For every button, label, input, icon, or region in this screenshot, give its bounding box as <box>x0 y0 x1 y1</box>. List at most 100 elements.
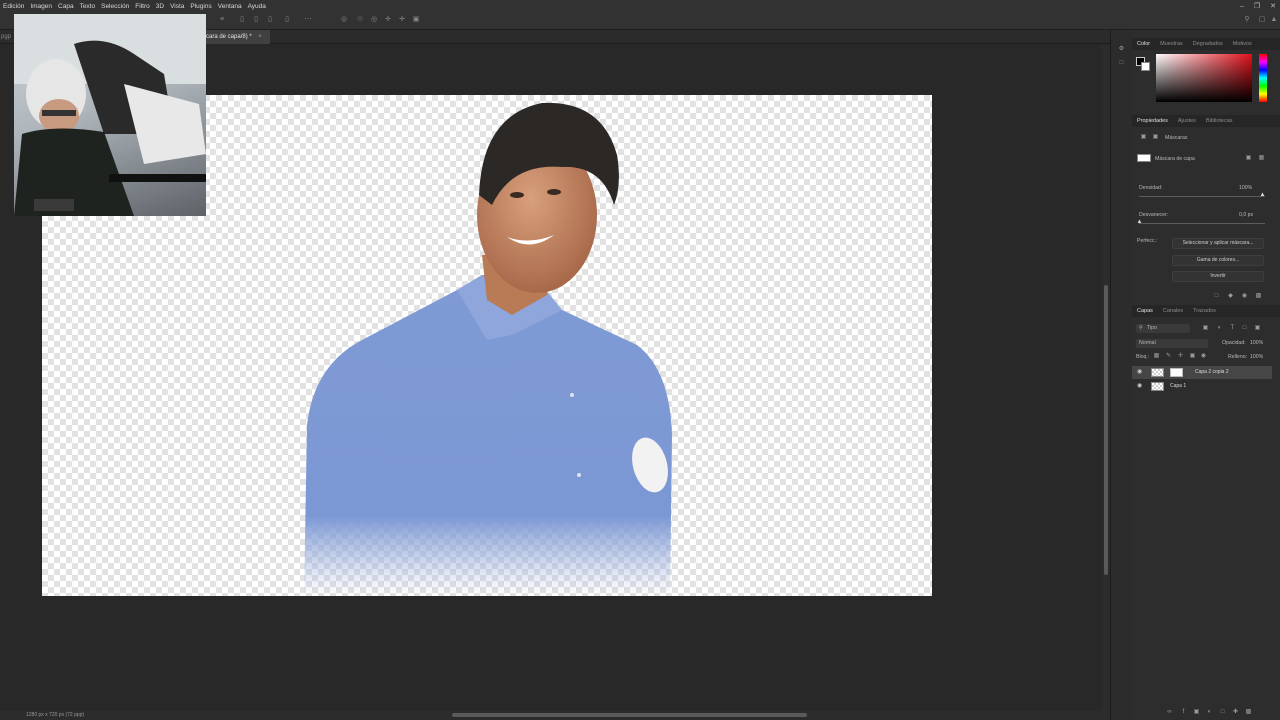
close-icon[interactable]: ✕ <box>1270 2 1276 10</box>
layer-mask-thumbnail[interactable] <box>1137 154 1151 162</box>
scale-3d-icon[interactable]: ▣ <box>412 16 420 24</box>
document-tab-active[interactable]: cara de capa/8) * × <box>200 30 270 44</box>
color-field[interactable] <box>1156 54 1252 102</box>
link-layers-icon[interactable]: ∞ <box>1166 709 1173 716</box>
density-slider-handle[interactable]: ▲ <box>1259 192 1266 199</box>
menu-imagen[interactable]: Imagen <box>27 3 55 10</box>
menu-vista[interactable]: Vista <box>167 3 187 10</box>
slide-3d-icon[interactable]: ✛ <box>398 16 406 24</box>
feather-slider-handle[interactable]: ▲ <box>1136 219 1143 226</box>
vector-mask-icon[interactable]: ▣ <box>1152 134 1159 141</box>
pixel-mask-icon[interactable]: ▣ <box>1140 134 1147 141</box>
hue-slider[interactable] <box>1259 54 1267 102</box>
blend-mode-dropdown[interactable]: Normal <box>1136 339 1208 348</box>
menu-texto[interactable]: Texto <box>77 3 99 10</box>
history-icon[interactable]: ⚙ <box>1118 46 1125 53</box>
menu-filtro[interactable]: Filtro <box>132 3 152 10</box>
filter-type-icon[interactable]: T <box>1229 325 1236 332</box>
right-panels: Color Muestras Degradados Motivos Propie… <box>1132 30 1280 720</box>
tab-layers[interactable]: Capas <box>1132 308 1158 314</box>
blend-mode-value: Normal <box>1139 340 1156 346</box>
tab-channels[interactable]: Canales <box>1158 308 1188 314</box>
align-left-icon[interactable]: ≡ <box>218 16 226 24</box>
new-group-icon[interactable]: □ <box>1219 709 1226 716</box>
load-selection-icon[interactable]: □ <box>1213 293 1220 300</box>
lock-artboard-icon[interactable]: ▣ <box>1189 353 1196 360</box>
menu-plugins[interactable]: Plugins <box>187 3 214 10</box>
apply-mask-icon[interactable]: ◆ <box>1227 293 1234 300</box>
menu-capa[interactable]: Capa <box>55 3 77 10</box>
horizontal-scrollbar[interactable] <box>0 711 1110 720</box>
more-options-icon[interactable]: ⋯ <box>304 16 312 24</box>
menu-ayuda[interactable]: Ayuda <box>245 3 269 10</box>
fx-icon[interactable]: f <box>1180 709 1187 716</box>
menu-seleccion[interactable]: Selección <box>98 3 132 10</box>
rotate-3d-icon[interactable]: ☉ <box>356 16 364 24</box>
horizontal-scroll-thumb[interactable] <box>452 713 807 717</box>
add-vector-mask-icon[interactable]: ▦ <box>1258 155 1265 162</box>
tab-swatches[interactable]: Muestras <box>1155 41 1188 47</box>
drag-3d-icon[interactable]: ✛ <box>384 16 392 24</box>
vertical-scroll-thumb[interactable] <box>1104 285 1108 575</box>
tab-properties[interactable]: Propiedades <box>1132 118 1173 124</box>
density-value[interactable]: 100% <box>1239 185 1252 191</box>
lock-transparent-icon[interactable]: ▦ <box>1153 353 1160 360</box>
tab-gradients[interactable]: Degradados <box>1188 41 1228 47</box>
align-top-icon[interactable]: ▯ <box>238 16 246 24</box>
filter-shape-icon[interactable]: □ <box>1241 325 1248 332</box>
filter-adjustment-icon[interactable]: ◐ <box>1216 325 1223 332</box>
layer-mask-thumbnail-small[interactable] <box>1170 368 1183 377</box>
tab-paths[interactable]: Trazados <box>1188 308 1221 314</box>
close-tab-icon[interactable]: × <box>258 34 262 40</box>
tab-libraries[interactable]: Bibliotecas <box>1201 118 1238 124</box>
disable-mask-icon[interactable]: ◉ <box>1241 293 1248 300</box>
density-slider[interactable] <box>1139 196 1265 197</box>
lock-all-icon[interactable]: ◉ <box>1200 353 1207 360</box>
adjustment-layer-icon[interactable]: ◐ <box>1206 709 1213 716</box>
lock-image-icon[interactable]: ✎ <box>1165 353 1172 360</box>
share-icon[interactable]: ▲ <box>1270 16 1278 24</box>
tab-adjustments[interactable]: Ajustes <box>1173 118 1201 124</box>
add-mask-icon[interactable]: ▣ <box>1193 709 1200 716</box>
color-range-button[interactable]: Gama de colores... <box>1172 255 1264 266</box>
visibility-eye-icon[interactable]: ◉ <box>1137 369 1144 375</box>
fill-value[interactable]: 100% <box>1250 354 1263 360</box>
align-middle-icon[interactable]: ▯ <box>252 16 260 24</box>
delete-mask-icon[interactable]: ▩ <box>1255 293 1262 300</box>
distribute-icon[interactable]: ▯ <box>283 16 291 24</box>
minimize-icon[interactable]: – <box>1240 3 1244 10</box>
background-color-swatch[interactable] <box>1141 62 1150 71</box>
roll-3d-icon[interactable]: ◎ <box>370 16 378 24</box>
vertical-scrollbar[interactable] <box>1102 45 1110 712</box>
search-icon[interactable]: ⚲ <box>1243 16 1251 24</box>
layer-row-capa-1[interactable]: ◉ Capa 1 <box>1132 380 1272 393</box>
select-mask-icon[interactable]: ▣ <box>1245 155 1252 162</box>
3d-mode-icon[interactable]: ◎ <box>340 16 348 24</box>
menu-3d[interactable]: 3D <box>153 3 167 10</box>
filter-smart-object-icon[interactable]: ▣ <box>1254 325 1261 332</box>
layer-row-capa-2-copia-2[interactable]: ◉ Capa 2 copia 2 <box>1132 366 1272 379</box>
workspace-icon[interactable]: ▢ <box>1258 16 1266 24</box>
panel-icon-strip: ⚙ □ <box>1110 30 1132 720</box>
layer-thumbnail <box>1151 368 1164 377</box>
opacity-value[interactable]: 100% <box>1250 340 1263 346</box>
webcam-overlay <box>14 14 206 216</box>
comments-icon[interactable]: □ <box>1118 60 1125 67</box>
menu-ventana[interactable]: Ventana <box>215 3 245 10</box>
select-and-mask-button[interactable]: Seleccionar y aplicar máscara... <box>1172 238 1264 249</box>
lock-position-icon[interactable]: ✛ <box>1177 353 1184 360</box>
menu-edicion[interactable]: Edición <box>0 3 27 10</box>
align-bottom-icon[interactable]: ▯ <box>266 16 274 24</box>
new-layer-icon[interactable]: ✚ <box>1232 709 1239 716</box>
feather-value[interactable]: 0,0 px <box>1239 212 1253 218</box>
visibility-eye-icon[interactable]: ◉ <box>1137 383 1144 389</box>
restore-icon[interactable]: ❐ <box>1254 2 1260 10</box>
filter-pixel-icon[interactable]: ▣ <box>1202 325 1209 332</box>
delete-layer-icon[interactable]: ▩ <box>1245 709 1252 716</box>
feather-slider[interactable] <box>1139 223 1265 224</box>
invert-button[interactable]: Invertir <box>1172 271 1264 282</box>
layer-filter-dropdown[interactable]: ⚲ Tipo <box>1136 324 1190 333</box>
document-tab-previous[interactable]: pgp <box>0 30 14 44</box>
tab-color[interactable]: Color <box>1132 41 1155 47</box>
tab-patterns[interactable]: Motivos <box>1228 41 1257 47</box>
